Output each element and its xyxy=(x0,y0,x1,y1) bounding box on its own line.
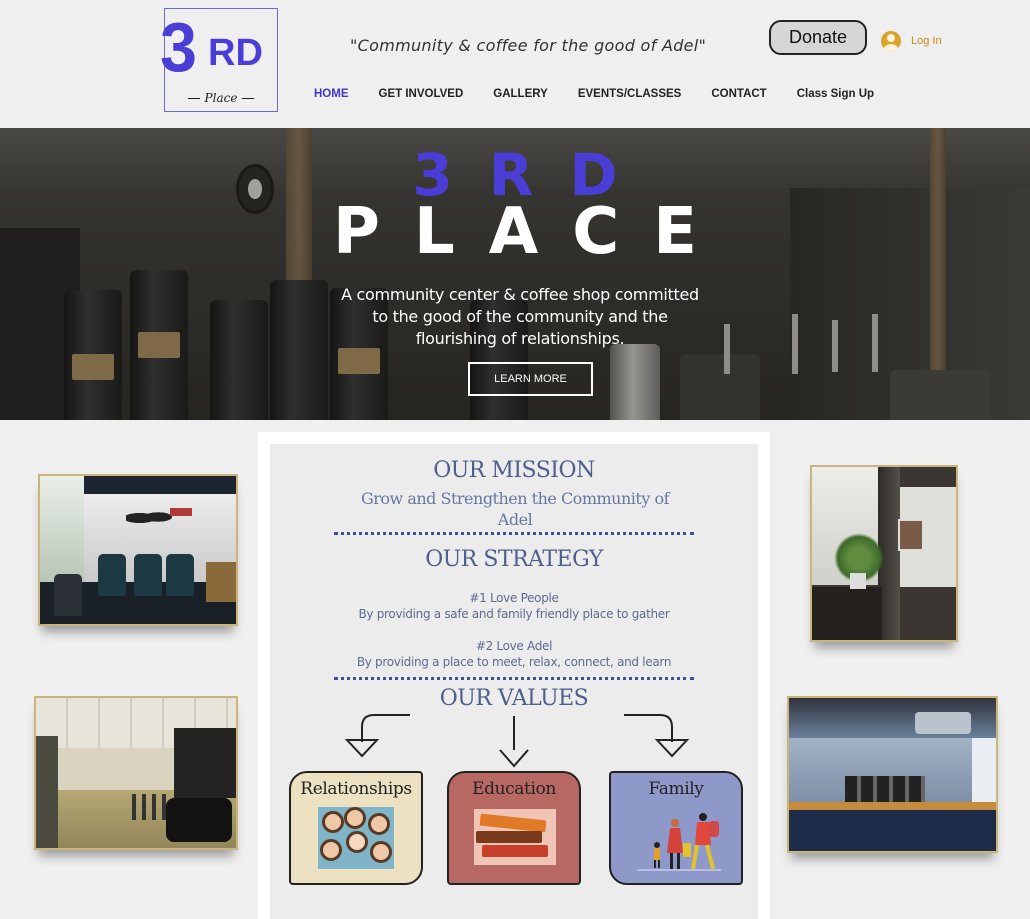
donate-button[interactable]: Donate xyxy=(769,20,867,55)
login-label: Log In xyxy=(911,34,942,47)
mission-panel-inner: OUR MISSION Grow and Strengthen the Comm… xyxy=(270,444,758,919)
values-heading: OUR VALUES xyxy=(439,686,589,711)
main-nav: HOME GET INVOLVED GALLERY EVENTS/CLASSES… xyxy=(314,88,904,101)
mission-panel: OUR MISSION Grow and Strengthen the Comm… xyxy=(258,432,770,919)
counter-photo[interactable] xyxy=(787,696,998,853)
arrow-down-icon xyxy=(499,716,529,768)
strategy-2-text: By providing a place to meet, relax, con… xyxy=(356,655,672,669)
nav-contact[interactable]: CONTACT xyxy=(711,88,766,101)
nav-class-sign-up[interactable]: Class Sign Up xyxy=(797,88,874,101)
hero-description: A community center & coffee shop committ… xyxy=(341,285,699,348)
mission-heading: OUR MISSION xyxy=(433,458,595,483)
hero-title-place: PLACE xyxy=(333,195,731,269)
strategy-1-title: #1 Love People xyxy=(469,591,559,605)
value-label: Relationships xyxy=(300,779,412,799)
books-icon xyxy=(474,809,556,865)
nav-get-involved[interactable]: GET INVOLVED xyxy=(379,88,464,101)
site-header: 3 RD Place "Community & coffee for the g… xyxy=(0,0,1030,128)
user-avatar-icon xyxy=(881,31,901,51)
strategy-heading: OUR STRATEGY xyxy=(425,547,603,572)
strategy-2-title: #2 Love Adel xyxy=(475,639,553,653)
logo-suffix: RD xyxy=(208,32,263,74)
nav-home[interactable]: HOME xyxy=(314,88,349,101)
dotted-divider xyxy=(334,532,694,535)
value-card-education[interactable]: Education xyxy=(447,771,581,885)
nav-gallery[interactable]: GALLERY xyxy=(493,88,548,101)
hall-photo[interactable] xyxy=(34,696,238,850)
family-travel-icon xyxy=(637,813,721,871)
site-tagline: "Community & coffee for the good of Adel… xyxy=(350,36,707,55)
value-card-relationships[interactable]: Relationships xyxy=(289,771,423,885)
dotted-divider xyxy=(334,677,694,680)
strategy-1-text: By providing a safe and family friendly … xyxy=(358,607,670,621)
hero-banner: 3RD PLACE A community center & coffee sh… xyxy=(0,128,1030,420)
plant-photo[interactable] xyxy=(810,465,958,642)
value-label: Education xyxy=(472,779,556,799)
value-card-family[interactable]: Family xyxy=(609,771,743,885)
logo-numeral: 3 xyxy=(160,8,197,86)
curved-arrow-right-icon xyxy=(624,714,690,758)
curved-arrow-left-icon xyxy=(344,714,410,758)
learn-more-button[interactable]: LEARN MORE xyxy=(468,362,593,396)
nav-events-classes[interactable]: EVENTS/CLASSES xyxy=(578,88,682,101)
group-selfie-icon xyxy=(318,807,394,869)
mission-statement: Grow and Strengthen the Community of Ade… xyxy=(360,489,670,529)
logo-place-text: Place xyxy=(188,92,254,104)
login-link[interactable]: Log In xyxy=(881,31,942,51)
lounge-photo[interactable] xyxy=(38,474,238,626)
value-label: Family xyxy=(648,779,704,799)
site-logo[interactable]: 3 RD Place xyxy=(160,6,284,114)
